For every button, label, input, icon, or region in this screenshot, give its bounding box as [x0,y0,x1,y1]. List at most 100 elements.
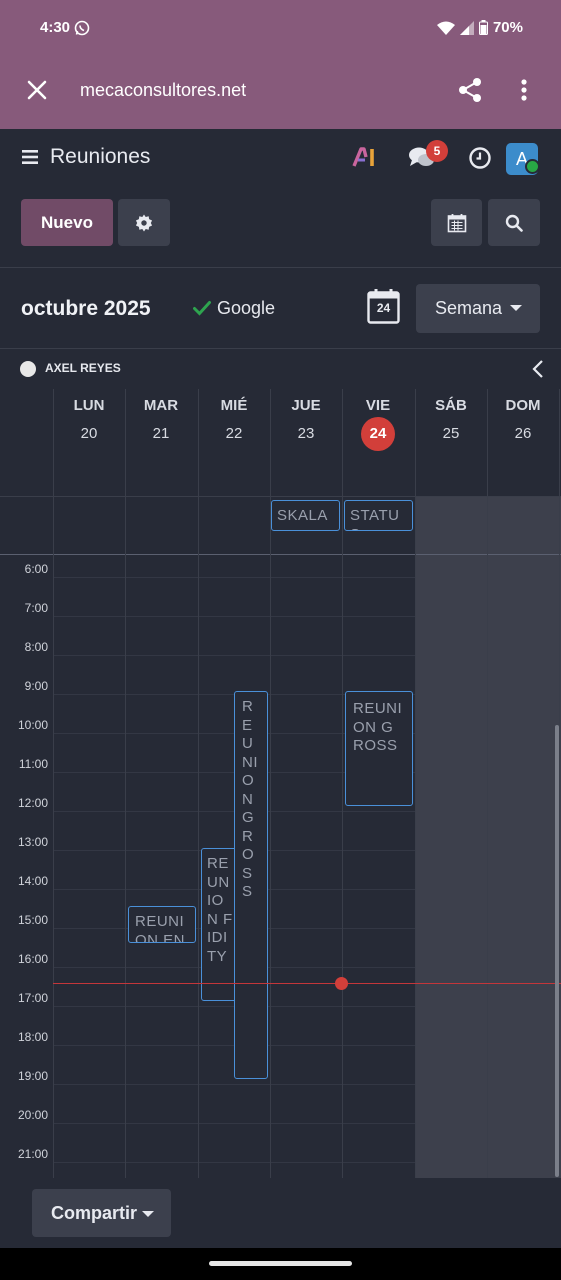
event-title: STATUS [350,507,400,530]
search-icon [505,214,523,232]
hour-label: 18:00 [17,1030,48,1044]
event-title: SKALA [277,507,328,524]
period-label: octubre 2025 [21,297,151,320]
more-vert-icon[interactable] [512,76,536,104]
hour-label: 6:00 [24,562,48,576]
clock-icon[interactable] [468,146,492,170]
day-date: 25 [442,425,460,442]
share-icon[interactable] [456,76,484,104]
day-header[interactable]: JUE 23 [270,389,342,496]
today-button[interactable]: 24 [367,288,400,324]
event-reunion-gross-wed[interactable]: REUNION GROSS [234,691,268,1079]
week-view-label: Semana [435,298,503,318]
hour-label: 19:00 [17,1069,48,1083]
home-gesture-handle[interactable] [209,1261,352,1266]
allday-event-status[interactable]: STATUS [344,500,413,531]
battery-level: 70% [492,19,523,36]
current-time-line [53,983,561,984]
signal-icon [459,20,474,35]
event-title: REUNION EN [135,913,186,943]
gear-icon [135,214,153,231]
day-name: SÁB [435,397,467,414]
hour-label: 20:00 [17,1108,48,1122]
hour-label: 16:00 [17,952,48,966]
battery-icon [478,20,488,35]
close-icon[interactable] [25,78,49,102]
footer: Compartir [0,1178,561,1248]
hour-gridline [53,1162,415,1163]
notification-badge: 5 [426,140,448,162]
day-date: 22 [225,425,243,442]
caret-down-icon [510,305,522,311]
day-header[interactable]: DOM 26 [487,389,559,496]
check-icon [193,301,211,316]
attendee-color-dot[interactable] [20,361,36,377]
menu-icon[interactable] [22,150,38,164]
hour-label: 15:00 [17,913,48,927]
calendar-icon [447,213,466,232]
event-title: REUNION GROSS [242,698,258,900]
day-name: MIÉ [220,397,248,414]
new-button[interactable]: Nuevo [21,199,113,246]
allday-event-skala[interactable]: SKALA [271,500,340,531]
today-date-marker: 24 [361,417,395,451]
hour-label: 21:00 [17,1147,48,1161]
day-name: DOM [505,397,541,414]
attendee-row: AXEL REYES [0,349,561,389]
today-number: 24 [376,301,391,315]
share-dropdown-button[interactable]: Compartir [32,1189,171,1237]
hour-gridline [53,616,415,617]
day-header[interactable]: LUN 20 [53,389,125,496]
event-reunion-en[interactable]: REUNION EN [128,906,196,943]
google-sync-label[interactable]: Google [217,298,275,319]
settings-button[interactable] [118,199,170,246]
whatsapp-icon [74,20,90,36]
url-text[interactable]: mecaconsultores.net [80,80,246,101]
caret-down-icon [142,1211,154,1217]
day-column-divider [198,389,199,1178]
chevron-left-icon[interactable] [531,359,545,379]
hour-gridline [53,1123,415,1124]
day-column-divider [487,389,488,1178]
event-title: REUNION GROSS [353,700,403,754]
hour-label: 12:00 [17,796,48,810]
header-divider [0,496,561,497]
share-label: Compartir [51,1203,138,1223]
hour-label: 9:00 [24,679,48,693]
day-header[interactable]: VIE 24 [342,389,414,496]
status-time: 4:30 [40,19,71,36]
day-header[interactable]: SÁB 25 [415,389,487,496]
day-name: JUE [291,397,321,414]
week-view-dropdown[interactable]: Semana [416,284,540,333]
day-header[interactable]: MIÉ 22 [198,389,270,496]
online-status-dot [525,159,540,174]
day-column-divider [559,389,560,1178]
hour-label: 7:00 [24,601,48,615]
hour-label: 8:00 [24,640,48,654]
attendee-name: AXEL REYES [45,361,121,375]
event-reunion-gross-fri[interactable]: REUNION GROSS [345,691,413,806]
app-header: Reuniones 5 A Nuevo [0,129,561,267]
day-name: LUN [73,397,105,414]
day-header[interactable]: MAR 21 [125,389,197,496]
hour-label: 14:00 [17,874,48,888]
weekend-shade [415,496,561,1178]
hour-label: 10:00 [17,718,48,732]
calendar-view-button[interactable] [431,199,482,246]
day-column-divider [342,389,343,1178]
current-time-dot [335,977,348,990]
scrollbar[interactable] [555,725,559,1177]
status-bar: 4:30 70% [0,0,561,56]
ai-icon[interactable] [352,146,378,168]
hour-gridline [53,577,415,578]
period-bar: octubre 2025 Google 24 Semana [0,267,561,349]
search-button[interactable] [488,199,540,246]
day-date: 21 [152,425,170,442]
day-date: 20 [80,425,98,442]
day-column-divider [53,389,54,1178]
app-title: Reuniones [50,145,151,168]
day-date: 23 [297,425,315,442]
hour-label: 17:00 [17,991,48,1005]
wifi-icon [436,21,455,35]
hour-label: 13:00 [17,835,48,849]
